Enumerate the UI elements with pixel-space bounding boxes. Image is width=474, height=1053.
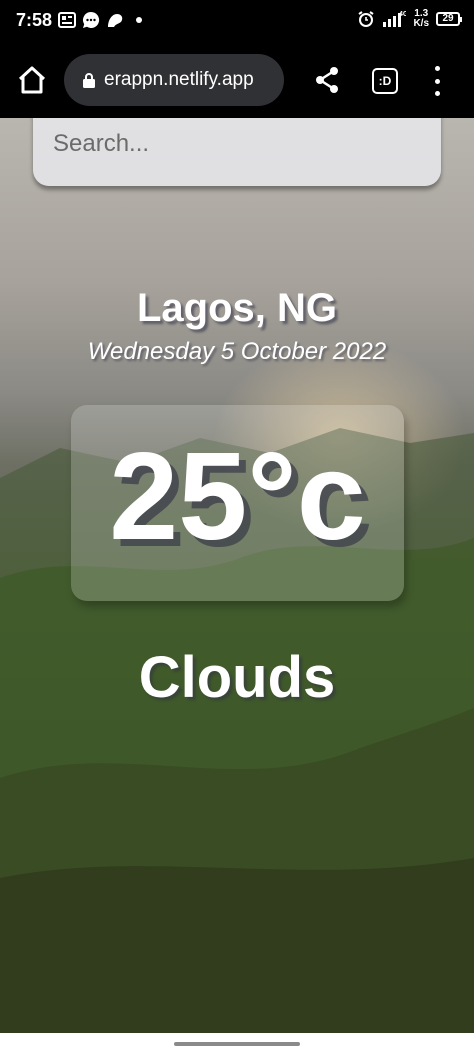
lock-icon xyxy=(83,73,95,88)
notification-icons xyxy=(58,11,148,29)
status-right-icons: 4G 1.3 K/s 29 xyxy=(357,9,462,29)
search-input[interactable] xyxy=(53,124,423,164)
messenger-icon xyxy=(108,14,123,27)
share-icon[interactable] xyxy=(314,66,340,94)
news-icon xyxy=(58,12,76,28)
gesture-navigation-bar xyxy=(0,1033,474,1053)
chat-bubble-icon xyxy=(83,11,100,28)
weather-condition: Clouds xyxy=(138,645,336,710)
alarm-icon xyxy=(358,11,374,27)
home-icon[interactable] xyxy=(16,64,48,96)
current-date: Wednesday 5 October 2022 xyxy=(87,338,387,365)
svg-text:4G: 4G xyxy=(399,11,406,18)
status-time: 7:58 xyxy=(16,10,53,30)
gesture-handle[interactable] xyxy=(174,1042,300,1046)
network-speed: 1.3 K/s xyxy=(413,9,429,29)
browser-toolbar: erappn.netlify.app :D xyxy=(0,42,474,118)
network-speed-unit: K/s xyxy=(413,18,429,29)
temperature-card: 25°c xyxy=(71,405,404,601)
url-text: erappn.netlify.app xyxy=(104,69,254,90)
dot-icon xyxy=(136,17,142,23)
battery-icon: 29 xyxy=(436,12,462,26)
signal-icon: 4G xyxy=(383,11,406,27)
address-bar[interactable]: erappn.netlify.app xyxy=(64,54,284,106)
location-heading: Lagos, NG xyxy=(136,286,338,330)
tab-switcher-button[interactable]: :D xyxy=(372,68,398,94)
temperature-value: 25°c xyxy=(109,428,366,566)
search-bar xyxy=(33,118,441,186)
status-bar: 7:58 4G 1.3 K/s 29 xyxy=(0,0,474,42)
weather-page: Lagos, NG Wednesday 5 October 2022 25°c … xyxy=(0,118,474,1033)
more-menu-icon[interactable] xyxy=(428,66,446,96)
